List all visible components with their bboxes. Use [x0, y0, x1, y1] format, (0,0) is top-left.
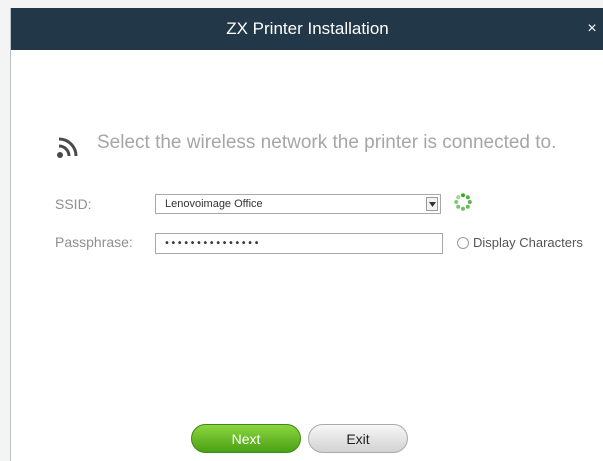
display-characters-radio[interactable]: [457, 237, 469, 249]
wifi-icon: [57, 137, 78, 158]
next-button[interactable]: Next: [191, 424, 301, 453]
window-title: ZX Printer Installation: [226, 19, 389, 38]
ssid-label: SSID:: [55, 196, 92, 212]
passphrase-label: Passphrase:: [55, 234, 133, 250]
spinner-icon: [454, 193, 472, 211]
ssid-select[interactable]: Lenovoimage Office: [155, 194, 441, 214]
close-icon[interactable]: ×: [580, 8, 603, 50]
installer-window: ZX Printer Installation × Select the wir…: [10, 8, 603, 461]
dropdown-arrow-icon[interactable]: [426, 197, 438, 211]
ssid-selected-value: Lenovoimage Office: [165, 198, 263, 210]
title-bar: ZX Printer Installation ×: [11, 8, 603, 50]
page-heading: Select the wireless network the printer …: [97, 132, 557, 153]
exit-button[interactable]: Exit: [308, 424, 408, 453]
display-characters-label[interactable]: Display Characters: [473, 235, 583, 250]
passphrase-input[interactable]: [155, 233, 443, 254]
